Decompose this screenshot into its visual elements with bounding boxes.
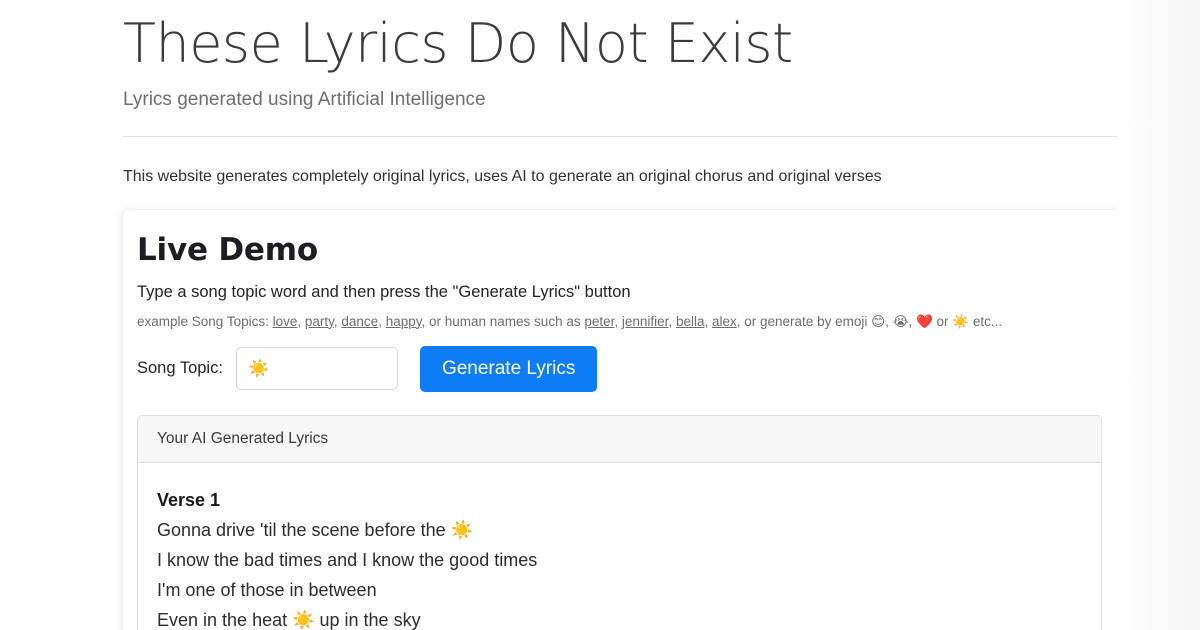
example-topic-link-dance[interactable]: dance [341, 314, 378, 329]
smiling-face-icon[interactable]: 😊 [871, 314, 885, 330]
sep: , [908, 314, 916, 329]
example-topic-link-happy[interactable]: happy [386, 314, 422, 329]
page-root: These Lyrics Do Not Exist Lyrics generat… [0, 0, 1200, 630]
example-topic-link-party[interactable]: party [305, 314, 334, 329]
example-name-link-bella[interactable]: bella [676, 314, 705, 329]
sep: , [614, 314, 622, 329]
examples-suffix: etc... [969, 314, 1002, 329]
content-wrapper: These Lyrics Do Not Exist Lyrics generat… [0, 0, 1000, 630]
generate-lyrics-button[interactable]: Generate Lyrics [420, 346, 597, 392]
live-demo-heading: Live Demo [137, 232, 1095, 268]
song-topic-input[interactable] [236, 347, 398, 390]
example-topics-line: example Song Topics: love, party, dance,… [137, 314, 1095, 330]
song-topic-label: Song Topic: [137, 359, 223, 378]
live-demo-card: Live Demo Type a song topic word and the… [123, 210, 1121, 630]
example-name-link-peter[interactable]: peter [584, 314, 614, 329]
page-title: These Lyrics Do Not Exist [123, 4, 1000, 73]
example-topic-link-love[interactable]: love [273, 314, 298, 329]
examples-emoji-or: or [933, 314, 953, 329]
crying-face-icon[interactable]: 😭 [893, 314, 909, 330]
examples-emoji-prefix: , or generate by emoji [737, 314, 871, 329]
generated-lyrics-body: Verse 1 Gonna drive 'til the scene befor… [138, 463, 1101, 630]
example-name-link-alex[interactable]: alex [712, 314, 737, 329]
generated-lyrics-panel: Your AI Generated Lyrics Verse 1 Gonna d… [137, 415, 1102, 630]
sun-icon[interactable]: ☀️ [952, 314, 969, 330]
sep: , [378, 314, 386, 329]
header-divider [123, 136, 1118, 137]
sep: , [297, 314, 305, 329]
lyric-line: Gonna drive 'til the scene before the ☀️ [157, 515, 1082, 545]
sep: , [885, 314, 893, 329]
example-name-link-jennifier[interactable]: jennifier [622, 314, 669, 329]
lyric-line: I'm one of those in between [157, 575, 1082, 605]
live-demo-instructions: Type a song topic word and then press th… [137, 283, 1095, 302]
red-heart-icon[interactable]: ❤️ [916, 314, 933, 330]
verse-label: Verse 1 [157, 485, 1082, 515]
song-topic-form: Song Topic: Generate Lyrics [137, 346, 1095, 392]
lyric-line: I know the bad times and I know the good… [157, 545, 1082, 575]
page-subtitle: Lyrics generated using Artificial Intell… [123, 89, 1000, 111]
examples-middle: , or human names such as [422, 314, 585, 329]
generated-lyrics-header: Your AI Generated Lyrics [138, 416, 1101, 463]
examples-prefix: example Song Topics: [137, 314, 273, 329]
sep: , [668, 314, 676, 329]
sep: , [704, 314, 712, 329]
intro-text: This website generates completely origin… [123, 168, 1000, 186]
lyric-line: Even in the heat ☀️ up in the sky [157, 605, 1082, 630]
